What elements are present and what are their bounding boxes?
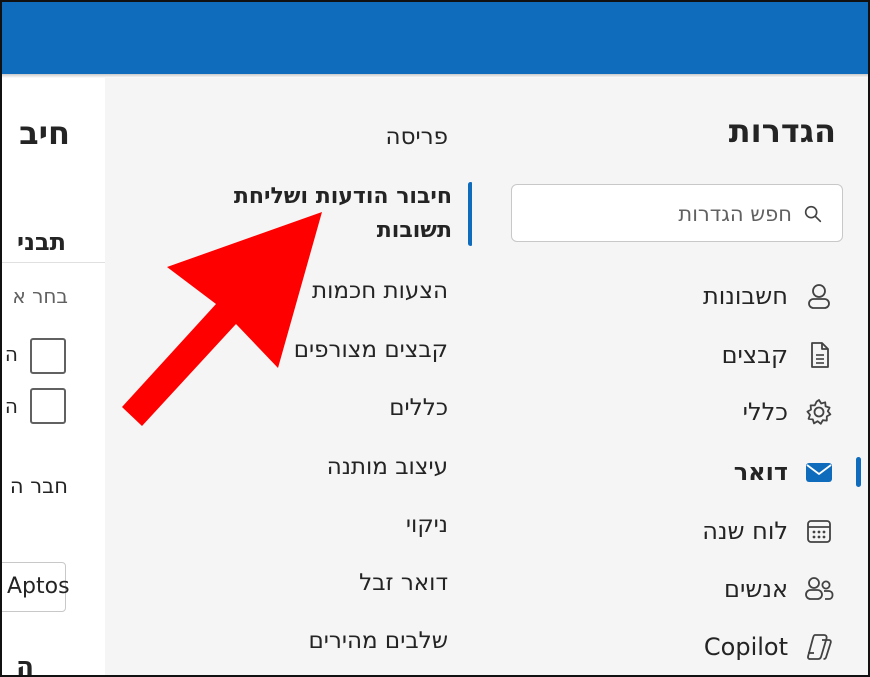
nav-item-people[interactable]: אנשים [602, 565, 852, 613]
nav-label-people: אנשים [724, 575, 788, 603]
settings-search[interactable] [511, 184, 843, 242]
top-bar [2, 2, 868, 74]
settings-title: הגדרות [728, 112, 836, 150]
nav-label-copilot: Copilot [703, 633, 788, 661]
nav-label-calendar: לוח שנה [702, 517, 788, 545]
nav-active-indicator [856, 457, 861, 487]
nav-label-mail: דואר [733, 458, 788, 486]
nav-item-copilot[interactable]: Copilot [602, 623, 852, 671]
search-icon [804, 205, 822, 223]
content-bottom-heading: ה [16, 652, 34, 677]
nav-item-files[interactable]: קבצים [602, 331, 852, 379]
document-icon [802, 338, 836, 372]
mail-icon [802, 455, 836, 489]
mail-nav-rules[interactable]: כללים [389, 395, 448, 421]
mail-nav-compose-reply[interactable]: חיבור הודעות ושליחת תשובות [172, 180, 452, 248]
checkbox-label-2: ה [4, 394, 18, 418]
mail-nav-sweep[interactable]: ניקוי [406, 512, 448, 538]
mail-nav-smart-suggestions[interactable]: הצעות חכמות [312, 278, 448, 304]
nav-item-calendar[interactable]: לוח שנה [602, 507, 852, 555]
mail-nav-conditional-formatting[interactable]: עיצוב מותנה [327, 454, 448, 480]
people-icon [802, 572, 836, 606]
nav-label-general: כללי [742, 398, 788, 426]
gear-icon [802, 395, 836, 429]
nav-label-files: קבצים [721, 341, 788, 369]
person-icon [802, 279, 836, 313]
nav-item-general[interactable]: כללי [602, 388, 852, 436]
mail-nav-attachments[interactable]: קבצים מצורפים [294, 337, 448, 363]
nav-label-accounts: חשבונות [702, 282, 788, 310]
nav-item-accounts[interactable]: חשבונות [602, 272, 852, 320]
calendar-icon [802, 514, 836, 548]
mail-nav-quick-steps[interactable]: שלבים מהירים [308, 628, 448, 654]
content-divider [2, 262, 105, 263]
checkbox-label-1: ה [4, 342, 18, 366]
search-input[interactable] [532, 197, 792, 231]
content-subtitle: בחר א [12, 284, 68, 308]
content-section-heading: תבני [17, 228, 66, 256]
copilot-icon [802, 630, 836, 664]
nav-item-mail[interactable]: דואר [602, 448, 852, 496]
app-window: חיב תבני בחר א ה ה חבר ה Aptos ה פריסה ח… [0, 0, 870, 677]
compose-label: חבר ה [9, 474, 68, 498]
content-title: חיב [19, 114, 70, 152]
mail-nav-layout[interactable]: פריסה [386, 124, 448, 150]
mail-nav-junk[interactable]: דואר זבל [359, 570, 448, 596]
font-select[interactable]: Aptos [2, 562, 70, 612]
checkbox-option-1[interactable] [30, 338, 66, 374]
checkbox-option-2[interactable] [30, 388, 66, 424]
